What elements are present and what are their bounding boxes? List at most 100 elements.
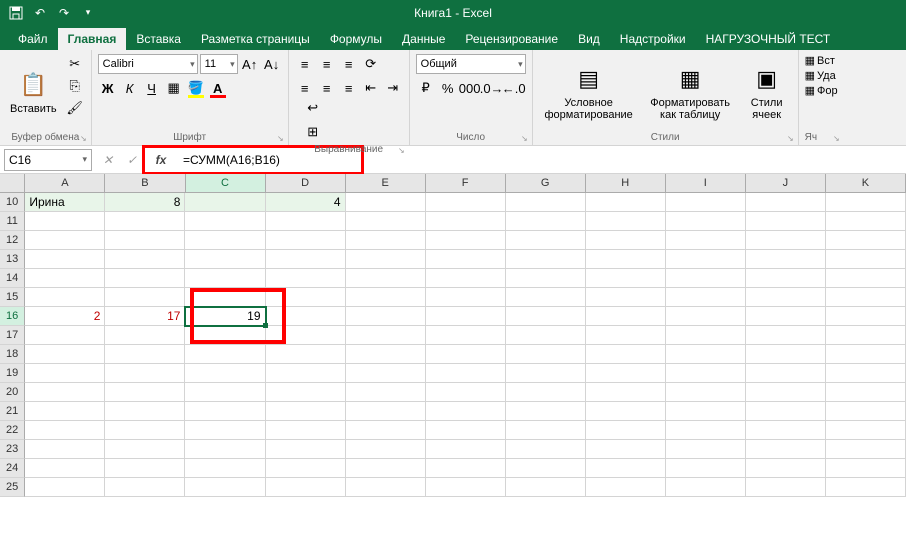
cell-e17[interactable]: [346, 326, 426, 345]
cell-c15[interactable]: [185, 288, 265, 307]
cell-d17[interactable]: [266, 326, 346, 345]
row-header-25[interactable]: 25: [0, 478, 25, 497]
cell-b20[interactable]: [105, 383, 185, 402]
cell-j13[interactable]: [746, 250, 826, 269]
cell-d23[interactable]: [266, 440, 346, 459]
cell-e12[interactable]: [346, 231, 426, 250]
col-header-h[interactable]: H: [586, 174, 666, 192]
cell-c24[interactable]: [185, 459, 265, 478]
increase-decimal-icon[interactable]: .0→: [482, 78, 502, 98]
cell-e14[interactable]: [346, 269, 426, 288]
cell-k23[interactable]: [826, 440, 906, 459]
cell-h19[interactable]: [586, 364, 666, 383]
cell-a21[interactable]: [25, 402, 105, 421]
cell-g13[interactable]: [506, 250, 586, 269]
cell-a12[interactable]: [25, 231, 105, 250]
currency-icon[interactable]: ₽: [416, 78, 436, 98]
comma-icon[interactable]: 000: [460, 78, 480, 98]
row-header-21[interactable]: 21: [0, 402, 25, 421]
cell-c20[interactable]: [185, 383, 265, 402]
cell-c16[interactable]: 19: [185, 307, 265, 326]
cell-g18[interactable]: [506, 345, 586, 364]
cell-j23[interactable]: [746, 440, 826, 459]
cell-f24[interactable]: [426, 459, 506, 478]
cell-e16[interactable]: [346, 307, 426, 326]
cell-b19[interactable]: [105, 364, 185, 383]
cell-b21[interactable]: [105, 402, 185, 421]
cell-k24[interactable]: [826, 459, 906, 478]
cell-e21[interactable]: [346, 402, 426, 421]
font-size-select[interactable]: 11: [200, 54, 238, 74]
cell-b24[interactable]: [105, 459, 185, 478]
cell-f20[interactable]: [426, 383, 506, 402]
cell-e10[interactable]: [346, 193, 426, 212]
cut-icon[interactable]: ✂: [65, 54, 85, 74]
cell-b25[interactable]: [105, 478, 185, 497]
cell-i20[interactable]: [666, 383, 746, 402]
cell-f10[interactable]: [426, 193, 506, 212]
cell-g10[interactable]: [506, 193, 586, 212]
cell-k18[interactable]: [826, 345, 906, 364]
cell-h23[interactable]: [586, 440, 666, 459]
indent-decrease-icon[interactable]: ⇤: [361, 78, 381, 98]
cell-d11[interactable]: [266, 212, 346, 231]
cell-i21[interactable]: [666, 402, 746, 421]
cell-h10[interactable]: [586, 193, 666, 212]
cell-e11[interactable]: [346, 212, 426, 231]
cell-e18[interactable]: [346, 345, 426, 364]
save-icon[interactable]: [8, 5, 24, 21]
cell-b23[interactable]: [105, 440, 185, 459]
cell-j12[interactable]: [746, 231, 826, 250]
cell-h24[interactable]: [586, 459, 666, 478]
row-header-13[interactable]: 13: [0, 250, 25, 269]
cell-f22[interactable]: [426, 421, 506, 440]
row-header-16[interactable]: 16: [0, 307, 25, 326]
cell-k21[interactable]: [826, 402, 906, 421]
tab-layout[interactable]: Разметка страницы: [191, 28, 320, 50]
cell-e25[interactable]: [346, 478, 426, 497]
cell-d16[interactable]: [266, 307, 346, 326]
cell-d22[interactable]: [266, 421, 346, 440]
cell-j24[interactable]: [746, 459, 826, 478]
orientation-icon[interactable]: ⟳: [361, 54, 381, 74]
align-top-icon[interactable]: ≡: [295, 54, 315, 74]
tab-file[interactable]: Файл: [8, 28, 58, 50]
cell-g15[interactable]: [506, 288, 586, 307]
cell-j10[interactable]: [746, 193, 826, 212]
tab-insert[interactable]: Вставка: [126, 28, 191, 50]
cell-i18[interactable]: [666, 345, 746, 364]
row-header-11[interactable]: 11: [0, 212, 25, 231]
wrap-text-icon[interactable]: ↩: [299, 98, 327, 118]
cell-g21[interactable]: [506, 402, 586, 421]
col-header-k[interactable]: K: [826, 174, 906, 192]
cell-j19[interactable]: [746, 364, 826, 383]
cell-b10[interactable]: 8: [105, 193, 185, 212]
cell-i13[interactable]: [666, 250, 746, 269]
cell-b11[interactable]: [105, 212, 185, 231]
cell-j15[interactable]: [746, 288, 826, 307]
cell-f12[interactable]: [426, 231, 506, 250]
underline-button[interactable]: Ч: [142, 78, 162, 98]
col-header-b[interactable]: B: [105, 174, 185, 192]
cell-f18[interactable]: [426, 345, 506, 364]
col-header-e[interactable]: E: [346, 174, 426, 192]
cell-e23[interactable]: [346, 440, 426, 459]
cell-c12[interactable]: [185, 231, 265, 250]
cell-b14[interactable]: [105, 269, 185, 288]
cell-h20[interactable]: [586, 383, 666, 402]
cell-k16[interactable]: [826, 307, 906, 326]
cell-h13[interactable]: [586, 250, 666, 269]
cell-g16[interactable]: [506, 307, 586, 326]
col-header-f[interactable]: F: [426, 174, 506, 192]
cell-g25[interactable]: [506, 478, 586, 497]
cell-h16[interactable]: [586, 307, 666, 326]
cell-i15[interactable]: [666, 288, 746, 307]
cell-d20[interactable]: [266, 383, 346, 402]
align-center-icon[interactable]: ≡: [317, 78, 337, 98]
cell-h21[interactable]: [586, 402, 666, 421]
row-header-12[interactable]: 12: [0, 231, 25, 250]
col-header-c[interactable]: C: [186, 174, 266, 192]
cell-g11[interactable]: [506, 212, 586, 231]
cell-h11[interactable]: [586, 212, 666, 231]
insert-cells-button[interactable]: ▦ Вст: [805, 54, 838, 67]
